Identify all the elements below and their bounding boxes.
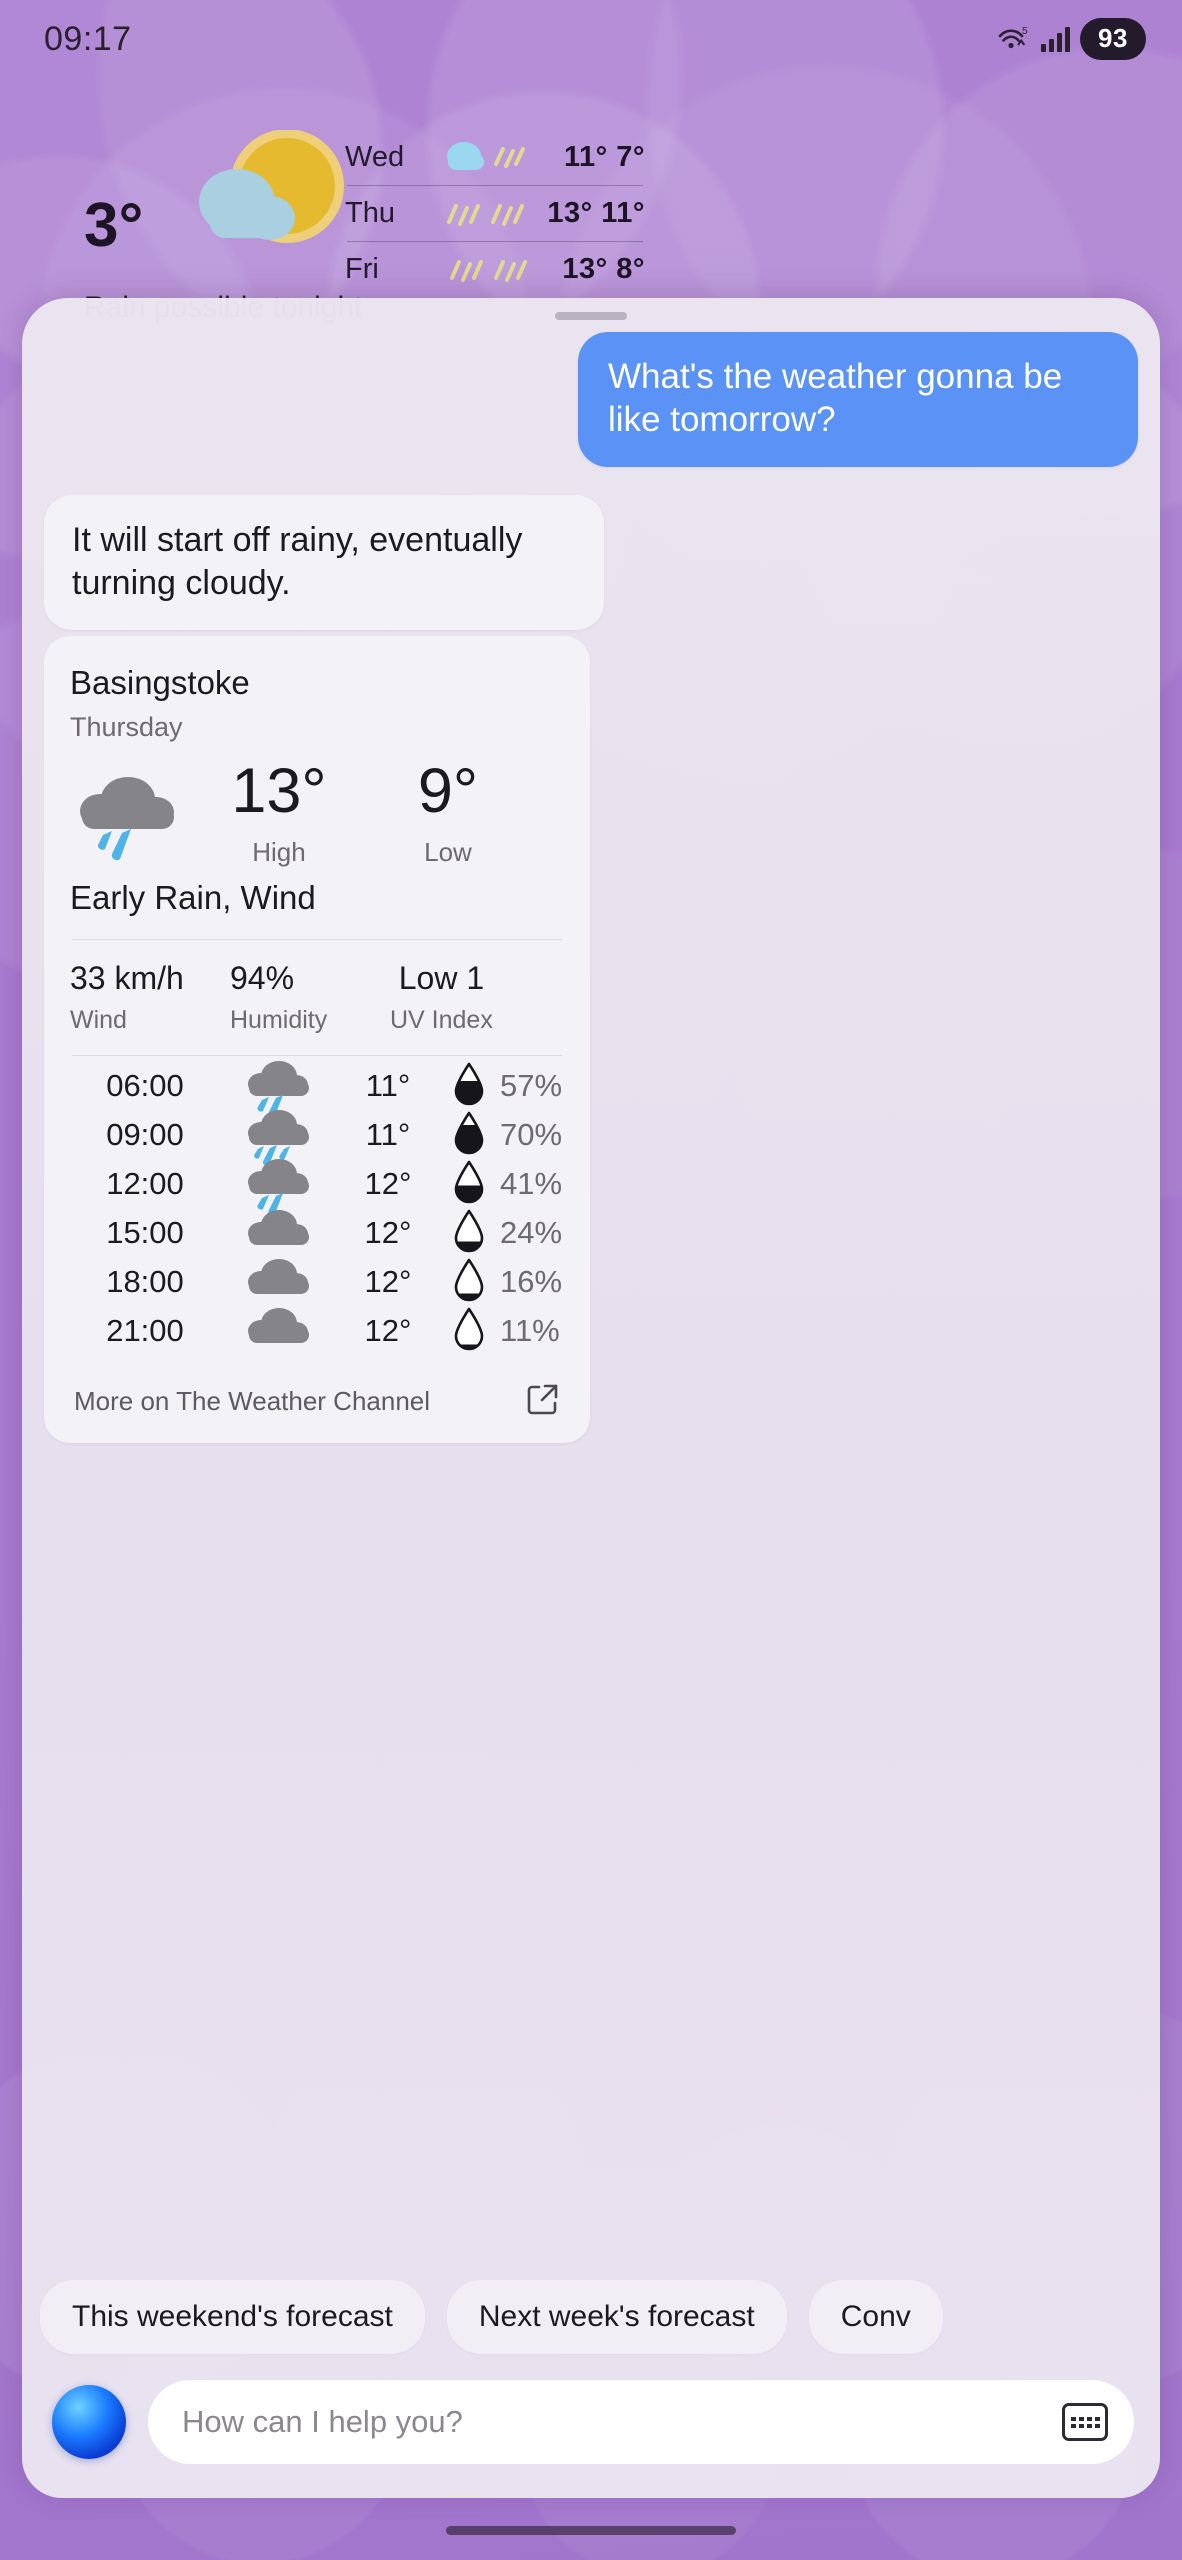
assistant-message-bubble: It will start off rainy, eventually turn… bbox=[44, 495, 604, 630]
assistant-text-input[interactable]: How can I help you? bbox=[148, 2380, 1134, 2464]
weather-card-city: Basingstoke bbox=[70, 663, 250, 701]
weather-card-low: 9° Low bbox=[368, 759, 528, 868]
suggestion-chip[interactable]: Next week's forecast bbox=[446, 2280, 787, 2354]
suggestion-chips-row[interactable]: This weekend's forecast Next week's forec… bbox=[22, 2250, 1160, 2354]
cloud-drizzle-icon bbox=[440, 138, 564, 178]
assistant-bottom-sheet: What's the weather gonna be like tomorro… bbox=[22, 298, 1160, 2498]
hourly-time: 21:00 bbox=[106, 1313, 184, 1349]
low-temperature-label: Low bbox=[424, 836, 472, 867]
water-drop-icon bbox=[452, 1307, 486, 1356]
hourly-temperature: 11° bbox=[365, 1068, 411, 1104]
water-drop-icon bbox=[452, 1111, 486, 1160]
hourly-time: 06:00 bbox=[106, 1068, 184, 1104]
hourly-time: 18:00 bbox=[106, 1264, 184, 1300]
suggestion-chip[interactable]: Conv bbox=[808, 2280, 943, 2354]
weather-card-footer[interactable]: More on The Weather Channel bbox=[70, 1382, 564, 1423]
weather-card-main-row: 13° High 9° Low bbox=[70, 759, 564, 869]
hourly-precipitation: 41% bbox=[438, 1160, 564, 1209]
home-weather-forecast-list: Wed 11° 7° Thu 13° 11° Fri 13° 8° bbox=[345, 130, 645, 297]
battery-percentage-badge: 93 bbox=[1080, 18, 1146, 60]
weather-card-stats: 33 km/h Wind 94% Humidity Low 1 UV Index bbox=[70, 960, 564, 1035]
forecast-day-label: Fri bbox=[345, 253, 379, 285]
low-temperature-value: 9° bbox=[417, 755, 479, 826]
status-bar-indicators: 5 93 bbox=[997, 18, 1146, 60]
forecast-row: Thu 13° 11° bbox=[345, 186, 645, 241]
hourly-precipitation: 24% bbox=[438, 1209, 564, 1258]
rain-icon bbox=[440, 250, 562, 290]
forecast-temps: 11° 7° bbox=[563, 141, 645, 173]
stat-wind-value: 33 km/h bbox=[70, 959, 184, 996]
weather-source-link[interactable]: More on The Weather Channel bbox=[74, 1386, 430, 1417]
high-temperature-label: High bbox=[252, 836, 306, 867]
wifi-5-icon: 5 bbox=[997, 24, 1031, 54]
weather-card-day: Thursday bbox=[70, 711, 183, 742]
cloud-icon bbox=[220, 1295, 338, 1367]
hourly-time: 15:00 bbox=[106, 1215, 184, 1251]
high-temperature-value: 13° bbox=[231, 755, 327, 826]
rain-cloud-icon bbox=[70, 759, 190, 869]
forecast-temps: 13° 8° bbox=[562, 253, 645, 285]
home-gesture-pill[interactable] bbox=[446, 2525, 736, 2535]
hourly-precipitation-percent: 24% bbox=[500, 1215, 563, 1251]
hourly-precipitation: 16% bbox=[438, 1258, 564, 1307]
water-drop-icon bbox=[452, 1209, 486, 1258]
hourly-temperature: 11° bbox=[365, 1117, 411, 1153]
rain-icon bbox=[437, 194, 547, 234]
weather-card-conditions: Early Rain, Wind bbox=[70, 878, 316, 916]
user-message-bubble: What's the weather gonna be like tomorro… bbox=[578, 332, 1138, 468]
stat-wind: 33 km/h Wind bbox=[70, 960, 230, 1035]
cellular-signal-icon bbox=[1041, 26, 1070, 52]
hourly-row: 21:00 12° 11% bbox=[70, 1307, 564, 1356]
sheet-drag-handle[interactable] bbox=[555, 312, 627, 320]
status-bar-clock: 09:17 bbox=[44, 19, 132, 58]
hourly-temperature: 12° bbox=[364, 1166, 412, 1202]
stat-uv-label: UV Index bbox=[390, 1005, 493, 1034]
hourly-precipitation: 70% bbox=[438, 1111, 564, 1160]
hourly-precipitation-percent: 11% bbox=[500, 1313, 560, 1349]
hourly-time: 09:00 bbox=[106, 1117, 184, 1153]
forecast-day-label: Thu bbox=[345, 197, 395, 229]
sun-behind-cloud-icon bbox=[182, 129, 352, 270]
stat-humidity-label: Humidity bbox=[230, 1005, 328, 1034]
input-placeholder-text: How can I help you? bbox=[182, 2404, 463, 2439]
forecast-day-label: Wed bbox=[345, 141, 405, 173]
hourly-precipitation: 11% bbox=[438, 1307, 564, 1356]
external-link-icon[interactable] bbox=[526, 1382, 560, 1421]
weather-card-high: 13° High bbox=[204, 759, 354, 868]
water-drop-icon bbox=[452, 1160, 486, 1209]
hourly-temperature: 12° bbox=[364, 1264, 412, 1300]
water-drop-icon bbox=[452, 1258, 486, 1307]
stat-uv-index: Low 1 UV Index bbox=[390, 960, 493, 1035]
system-navigation-bar bbox=[0, 2500, 1182, 2560]
forecast-temps: 13° 11° bbox=[547, 197, 645, 229]
forecast-row: Fri 13° 8° bbox=[345, 242, 645, 297]
keyboard-icon[interactable] bbox=[1062, 2403, 1108, 2441]
hourly-temperature: 12° bbox=[364, 1313, 412, 1349]
hourly-precipitation-percent: 16% bbox=[500, 1264, 563, 1300]
conversation-scroll-area[interactable]: What's the weather gonna be like tomorro… bbox=[22, 320, 1160, 2250]
hourly-temperature: 12° bbox=[364, 1215, 412, 1251]
stat-humidity-value: 94% bbox=[230, 959, 295, 996]
hourly-precipitation-percent: 57% bbox=[500, 1068, 563, 1104]
hourly-forecast-list: 06:00 11° 57% 09:00 11° 70% 12:00 12° 41% 15:00 12… bbox=[70, 1061, 564, 1356]
status-bar: 09:17 5 93 bbox=[0, 0, 1182, 78]
forecast-row: Wed 11° 7° bbox=[345, 130, 645, 185]
assistant-input-bar: How can I help you? bbox=[22, 2354, 1160, 2498]
weather-result-card[interactable]: Basingstoke Thursday 13° High 9° Low Ear… bbox=[44, 635, 590, 1443]
card-divider bbox=[72, 938, 562, 940]
suggestion-chip[interactable]: This weekend's forecast bbox=[40, 2280, 425, 2354]
hourly-time: 12:00 bbox=[106, 1166, 184, 1202]
stat-wind-label: Wind bbox=[70, 1005, 127, 1034]
hourly-precipitation-percent: 41% bbox=[500, 1166, 563, 1202]
stat-uv-value: Low 1 bbox=[398, 959, 485, 996]
svg-text:5: 5 bbox=[1022, 26, 1028, 37]
hourly-precipitation: 57% bbox=[438, 1062, 564, 1111]
assistant-orb-icon[interactable] bbox=[52, 2385, 126, 2459]
water-drop-icon bbox=[452, 1062, 486, 1111]
hourly-precipitation-percent: 70% bbox=[500, 1117, 563, 1153]
stat-humidity: 94% Humidity bbox=[230, 960, 390, 1035]
